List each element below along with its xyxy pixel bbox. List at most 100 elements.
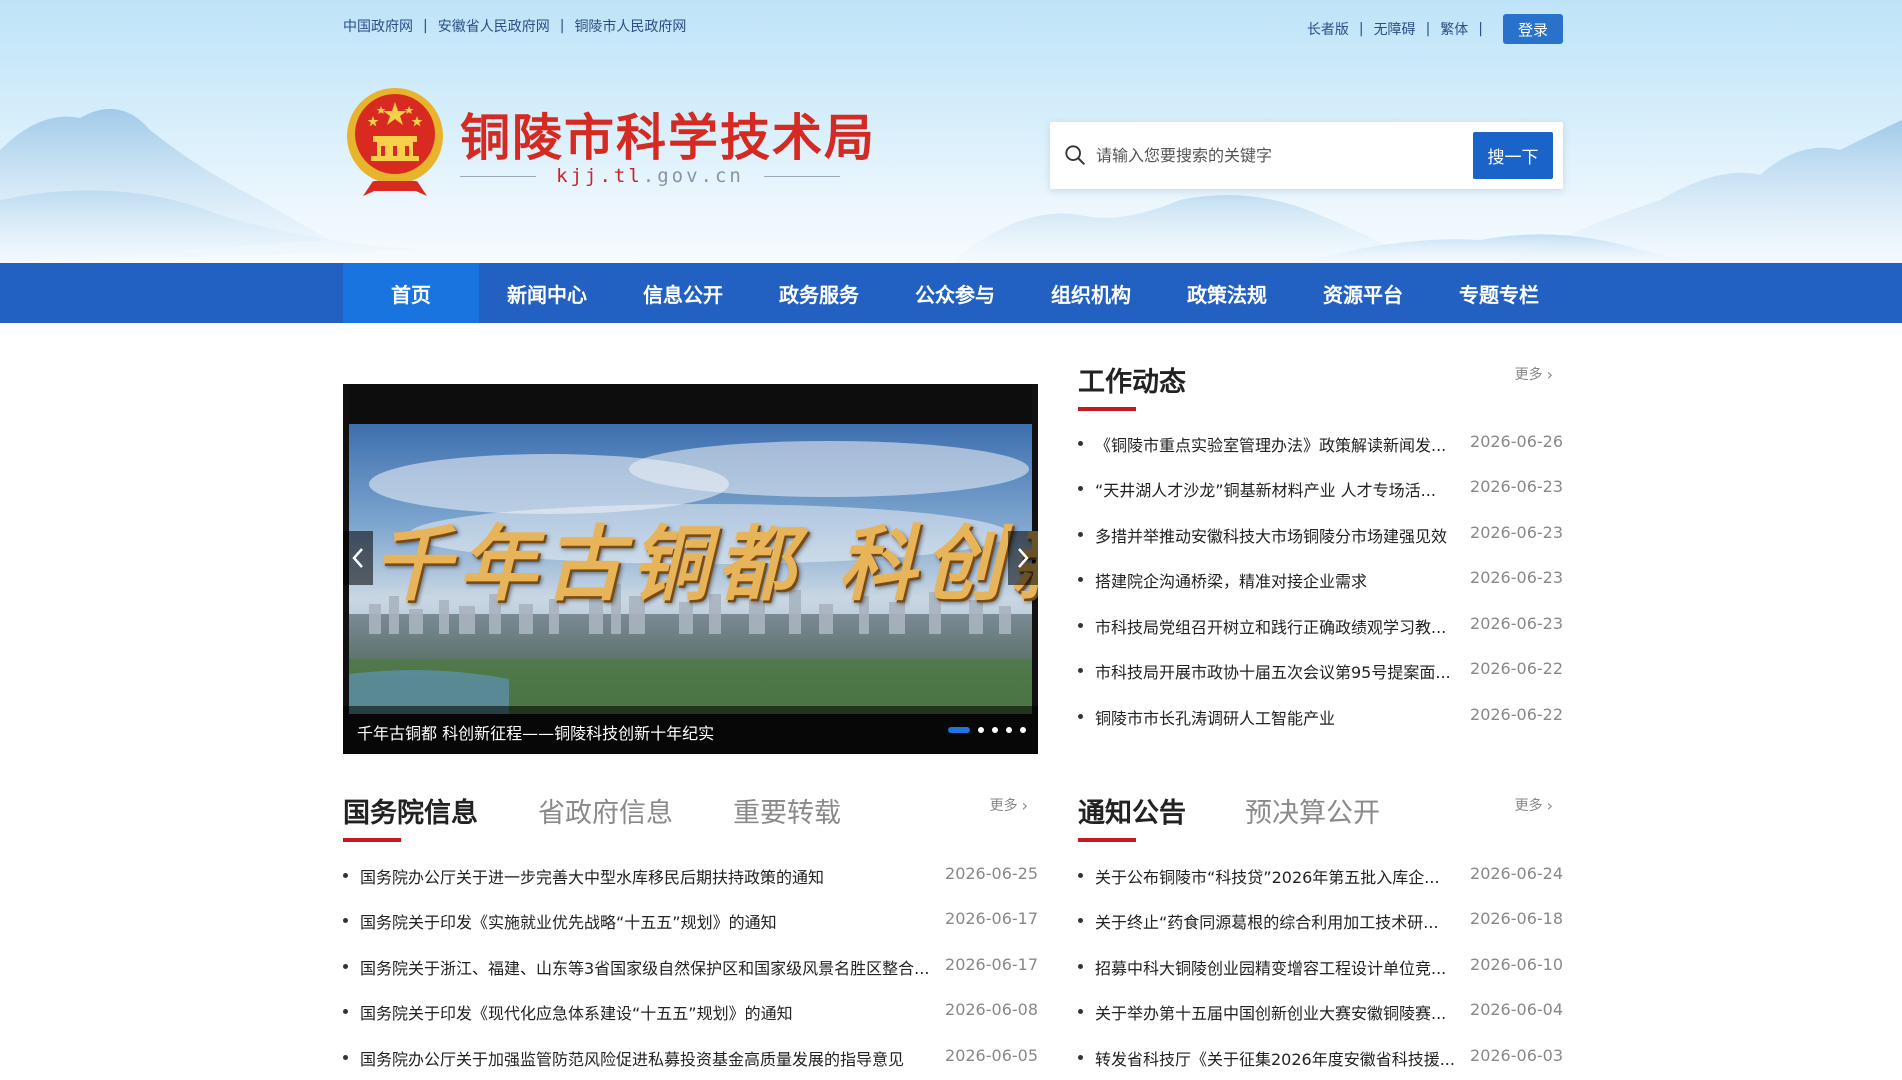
list-item[interactable]: 国务院关于浙江、福建、山东等3省国家级自然保护区和国家级风景名胜区整合... 2… — [343, 955, 1038, 979]
carousel-dot[interactable] — [992, 727, 998, 733]
news-date: 2026-06-23 — [1470, 614, 1563, 633]
more-label: 更多 — [1514, 798, 1543, 814]
domain-highlight: kjj.tl — [556, 165, 643, 187]
news-date: 2026-06-17 — [945, 955, 1038, 974]
news-title[interactable]: 招募中科大铜陵创业园精变增容工程设计单位竞... — [1095, 955, 1455, 979]
tab-provincial-gov[interactable]: 省政府信息 — [538, 791, 673, 830]
site-logo[interactable]: 铜陵市科学技术局 kjj.tl.gov.cn — [343, 86, 874, 206]
news-title[interactable]: 国务院办公厅关于加强监管防范风险促进私募投资基金高质量发展的指导意见 — [360, 1046, 940, 1070]
link-traditional-chinese[interactable]: 繁体 — [1440, 19, 1468, 39]
link-tongling-gov[interactable]: 铜陵市人民政府网 — [574, 16, 686, 36]
news-title[interactable]: 市科技局开展市政协十届五次会议第95号提案面... — [1095, 659, 1455, 683]
bullet — [1078, 714, 1083, 719]
list-item[interactable]: 国务院办公厅关于加强监管防范风险促进私募投资基金高质量发展的指导意见 2026-… — [343, 1046, 1038, 1070]
bullet — [343, 918, 348, 923]
list-item[interactable]: 铜陵市市长孔涛调研人工智能产业 2026-06-22 — [1078, 705, 1563, 729]
slide-headline: 千年古铜都 科创新征程 — [373, 517, 1038, 613]
list-item[interactable]: 市科技局党组召开树立和践行正确政绩观学习教... 2026-06-23 — [1078, 614, 1563, 638]
news-title[interactable]: 国务院关于印发《实施就业优先战略“十五五”规划》的通知 — [360, 909, 940, 933]
divider: | — [559, 18, 565, 34]
news-title[interactable]: 国务院关于印发《现代化应急体系建设“十五五”规划》的通知 — [360, 1000, 940, 1024]
nav-item-special-topics[interactable]: 专题专栏 — [1431, 263, 1567, 323]
bullet — [1078, 1009, 1083, 1014]
list-item[interactable]: “天井湖人才沙龙”铜基新材料产业 人才专场活... 2026-06-23 — [1078, 477, 1563, 501]
link-elder-mode[interactable]: 长者版 — [1307, 19, 1349, 39]
tab-budget-disclosure[interactable]: 预决算公开 — [1245, 791, 1380, 830]
link-accessibility[interactable]: 无障碍 — [1374, 19, 1416, 39]
tab-notices[interactable]: 通知公告 — [1078, 791, 1186, 830]
news-title[interactable]: 搭建院企沟通桥梁，精准对接企业需求 — [1095, 568, 1455, 592]
news-date: 2026-06-03 — [1470, 1046, 1563, 1065]
state-info-more-link[interactable]: 更多 › — [990, 795, 1028, 815]
carousel-prev-button[interactable] — [343, 531, 373, 585]
news-title[interactable]: “天井湖人才沙龙”铜基新材料产业 人才专场活... — [1095, 477, 1455, 501]
chevron-right-icon: › — [1546, 364, 1553, 384]
work-news-more-link[interactable]: 更多 › — [1515, 364, 1553, 384]
login-button[interactable]: 登录 — [1503, 14, 1563, 44]
nav-item-news-center[interactable]: 新闻中心 — [479, 263, 615, 323]
search-button[interactable]: 搜一下 — [1473, 132, 1553, 179]
tab-reprints[interactable]: 重要转载 — [733, 791, 841, 830]
list-item[interactable]: 关于终止“药食同源葛根的综合利用加工技术研... 2026-06-18 — [1078, 909, 1563, 933]
carousel-dots — [940, 727, 1026, 733]
news-date: 2026-06-18 — [1470, 909, 1563, 928]
list-item[interactable]: 招募中科大铜陵创业园精变增容工程设计单位竞... 2026-06-10 — [1078, 955, 1563, 979]
bullet — [1078, 577, 1083, 582]
nav-item-home[interactable]: 首页 — [343, 263, 479, 323]
news-date: 2026-06-04 — [1470, 1000, 1563, 1019]
work-news-list: 《铜陵市重点实验室管理办法》政策解读新闻发... 2026-06-26 “天井湖… — [1078, 432, 1563, 732]
bullet — [1078, 964, 1083, 969]
news-title[interactable]: 关于公布铜陵市“科技贷”2026年第五批入库企... — [1095, 864, 1455, 888]
carousel-next-button[interactable] — [1008, 531, 1038, 585]
nav-item-public-participation[interactable]: 公众参与 — [887, 263, 1023, 323]
news-title[interactable]: 铜陵市市长孔涛调研人工智能产业 — [1095, 705, 1455, 729]
image-carousel[interactable]: 千年古铜都 科创新征程 千年古铜都 科创新征程——铜陵科技创新十年纪实 — [343, 384, 1038, 754]
list-item[interactable]: 关于举办第十五届中国创新创业大赛安徽铜陵赛... 2026-06-04 — [1078, 1000, 1563, 1024]
news-title[interactable]: 关于终止“药食同源葛根的综合利用加工技术研... — [1095, 909, 1455, 933]
bullet — [1078, 532, 1083, 537]
list-item[interactable]: 关于公布铜陵市“科技贷”2026年第五批入库企... 2026-06-24 — [1078, 864, 1563, 888]
tab-work-news[interactable]: 工作动态 — [1078, 360, 1186, 399]
carousel-dot[interactable] — [948, 727, 970, 733]
link-central-gov[interactable]: 中国政府网 — [343, 16, 413, 36]
carousel-dot[interactable] — [1020, 727, 1026, 733]
news-title[interactable]: 关于举办第十五届中国创新创业大赛安徽铜陵赛... — [1095, 1000, 1455, 1024]
news-title[interactable]: 转发省科技厅《关于征集2026年度安徽省科技援... — [1095, 1046, 1455, 1070]
search-input[interactable] — [1096, 136, 1456, 174]
news-title[interactable]: 国务院关于浙江、福建、山东等3省国家级自然保护区和国家级风景名胜区整合... — [360, 955, 940, 979]
carousel-dot[interactable] — [978, 727, 984, 733]
tab-state-council[interactable]: 国务院信息 — [343, 791, 478, 830]
nav-item-organization[interactable]: 组织机构 — [1023, 263, 1159, 323]
carousel-dot[interactable] — [1006, 727, 1012, 733]
section-underline — [343, 838, 401, 842]
site-domain-text: kjj.tl.gov.cn — [556, 165, 744, 187]
chevron-right-icon — [1018, 548, 1029, 568]
list-item[interactable]: 《铜陵市重点实验室管理办法》政策解读新闻发... 2026-06-26 — [1078, 432, 1563, 456]
notices-header: 通知公告 预决算公开 更多 › — [1078, 791, 1563, 842]
site-domain: kjj.tl.gov.cn — [460, 164, 840, 188]
news-title[interactable]: 《铜陵市重点实验室管理办法》政策解读新闻发... — [1095, 432, 1455, 456]
nav-item-policies[interactable]: 政策法规 — [1159, 263, 1295, 323]
gov-links: 中国政府网 | 安徽省人民政府网 | 铜陵市人民政府网 — [343, 16, 686, 36]
news-title[interactable]: 国务院办公厅关于进一步完善大中型水库移民后期扶持政策的通知 — [360, 864, 940, 888]
list-item[interactable]: 转发省科技厅《关于征集2026年度安徽省科技援... 2026-06-03 — [1078, 1046, 1563, 1070]
slide-letterbox — [349, 384, 1032, 424]
news-title[interactable]: 市科技局党组召开树立和践行正确政绩观学习教... — [1095, 614, 1455, 638]
link-anhui-gov[interactable]: 安徽省人民政府网 — [438, 16, 550, 36]
list-item[interactable]: 多措并举推动安徽科技大市场铜陵分市场建强见效 2026-06-23 — [1078, 523, 1563, 547]
bullet — [1078, 486, 1083, 491]
list-item[interactable]: 国务院办公厅关于进一步完善大中型水库移民后期扶持政策的通知 2026-06-25 — [343, 864, 1038, 888]
nav-item-resources[interactable]: 资源平台 — [1295, 263, 1431, 323]
carousel-caption-bar: 千年古铜都 科创新征程——铜陵科技创新十年纪实 — [343, 706, 1038, 754]
nav-item-info-disclosure[interactable]: 信息公开 — [615, 263, 751, 323]
news-date: 2026-06-22 — [1470, 705, 1563, 724]
notices-more-link[interactable]: 更多 › — [1515, 795, 1553, 815]
news-date: 2026-06-24 — [1470, 864, 1563, 883]
list-item[interactable]: 市科技局开展市政协十届五次会议第95号提案面... 2026-06-22 — [1078, 659, 1563, 683]
list-item[interactable]: 搭建院企沟通桥梁，精准对接企业需求 2026-06-23 — [1078, 568, 1563, 592]
news-title[interactable]: 多措并举推动安徽科技大市场铜陵分市场建强见效 — [1095, 523, 1455, 547]
nav-item-gov-services[interactable]: 政务服务 — [751, 263, 887, 323]
list-item[interactable]: 国务院关于印发《现代化应急体系建设“十五五”规划》的通知 2026-06-08 — [343, 1000, 1038, 1024]
list-item[interactable]: 国务院关于印发《实施就业优先战略“十五五”规划》的通知 2026-06-17 — [343, 909, 1038, 933]
carousel-caption[interactable]: 千年古铜都 科创新征程——铜陵科技创新十年纪实 — [357, 720, 714, 744]
